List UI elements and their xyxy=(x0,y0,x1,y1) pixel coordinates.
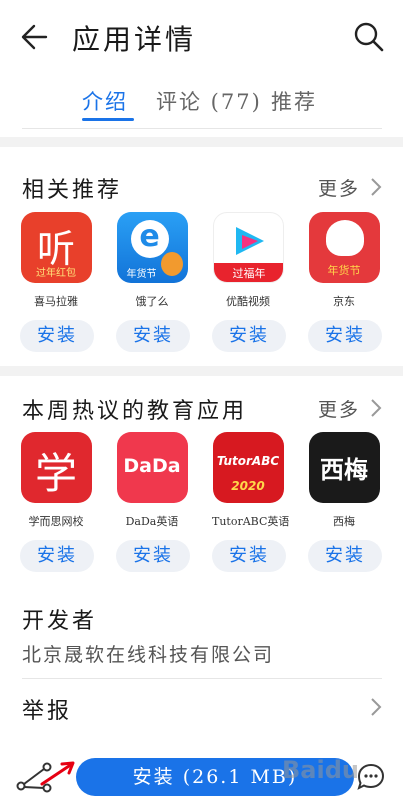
app-name: 饿了么 xyxy=(135,295,169,308)
jd-app-icon[interactable]: 年货节 xyxy=(308,212,380,283)
xueersi-app-icon[interactable]: 学 xyxy=(20,432,92,503)
hot-section-title: 本周热议的教育应用 xyxy=(22,399,248,424)
arrow-left-icon[interactable] xyxy=(18,20,52,54)
icon-glyph: 西梅 xyxy=(320,456,368,484)
comment-icon[interactable] xyxy=(356,762,386,792)
app-name: 西梅 xyxy=(333,515,355,528)
baidu-watermark: Baidu xyxy=(282,756,359,784)
app-card[interactable]: 听 过年红包 喜马拉雅 安装 xyxy=(20,212,94,352)
jd-dog-icon xyxy=(325,220,364,256)
active-tab-indicator xyxy=(82,118,134,121)
chevron-right-icon[interactable] xyxy=(368,696,384,718)
install-button[interactable]: 安装 xyxy=(212,540,286,572)
tab-bar: 介绍 评论 (77) 推荐 xyxy=(0,78,403,128)
red-arrow-annotation-icon xyxy=(40,761,75,786)
install-button[interactable]: 安装 xyxy=(212,320,286,352)
tutorabc-app-icon[interactable]: TutorABC 2020 xyxy=(212,432,284,503)
icon-badge: 过年红包 xyxy=(36,268,76,279)
youku-app-icon[interactable]: 过福年 xyxy=(212,212,284,283)
eleme-app-icon[interactable]: e 年货节 xyxy=(116,212,188,283)
app-name: 京东 xyxy=(333,295,355,308)
tab-reviews[interactable]: 评论 (77) xyxy=(156,86,262,116)
install-button[interactable]: 安装 xyxy=(116,540,190,572)
divider xyxy=(22,128,382,129)
section-gap xyxy=(0,137,403,147)
related-section-title: 相关推荐 xyxy=(22,178,123,203)
tab-recommend[interactable]: 推荐 xyxy=(271,86,317,116)
play-icon xyxy=(235,227,264,255)
related-more-link[interactable]: 更多 xyxy=(318,174,360,201)
section-gap xyxy=(0,366,403,376)
icon-glyph: 学 xyxy=(34,449,77,498)
icon-glyph: e xyxy=(130,220,169,258)
install-button[interactable]: 安装 xyxy=(308,320,382,352)
app-name: 喜马拉雅 xyxy=(34,295,78,308)
app-name: 学而思网校 xyxy=(28,515,84,528)
developer-name: 北京晟软在线科技有限公司 xyxy=(22,644,275,666)
app-card[interactable]: e 年货节 饿了么 安装 xyxy=(116,212,190,352)
developer-title: 开发者 xyxy=(22,609,98,634)
icon-badge: 过福年 xyxy=(213,263,283,282)
install-button[interactable]: 安装 xyxy=(20,540,94,572)
divider xyxy=(22,678,382,679)
install-button[interactable]: 安装 xyxy=(116,320,190,352)
header: 应用详情 xyxy=(0,0,403,78)
app-card[interactable]: TutorABC 2020 TutorABC英语 安装 xyxy=(212,432,290,572)
report-label[interactable]: 举报 xyxy=(22,693,72,725)
icon-badge: 2020 xyxy=(231,479,265,493)
app-card[interactable]: 过福年 优酷视频 安装 xyxy=(212,212,286,352)
search-icon[interactable] xyxy=(352,20,386,54)
icon-glyph: TutorABC xyxy=(216,454,280,468)
dada-app-icon[interactable]: DaDa xyxy=(116,432,188,503)
hot-more-link[interactable]: 更多 xyxy=(318,395,360,422)
install-button[interactable]: 安装 xyxy=(20,320,94,352)
app-card[interactable]: 年货节 京东 安装 xyxy=(308,212,382,352)
tab-intro[interactable]: 介绍 xyxy=(82,86,128,116)
ximalaya-app-icon[interactable]: 听 过年红包 xyxy=(20,212,92,283)
app-name: 优酷视频 xyxy=(226,295,270,308)
chevron-right-icon[interactable] xyxy=(368,397,384,419)
icon-glyph: DaDa xyxy=(123,455,181,477)
app-card[interactable]: 学 学而思网校 安装 xyxy=(20,432,94,572)
page-title: 应用详情 xyxy=(72,23,197,56)
ximei-app-icon[interactable]: 西梅 xyxy=(308,432,380,503)
app-detail-page: 应用详情 介绍 评论 (77) 推荐 相关推荐 更多 听 过年红包 喜马拉雅 安… xyxy=(0,0,403,803)
icon-badge: 年货节 xyxy=(126,269,157,280)
app-name: DaDa英语 xyxy=(125,515,179,528)
app-name: TutorABC英语 xyxy=(212,515,290,528)
chevron-right-icon[interactable] xyxy=(368,176,384,198)
app-card[interactable]: DaDa DaDa英语 安装 xyxy=(116,432,190,572)
icon-badge: 年货节 xyxy=(327,264,361,277)
install-button[interactable]: 安装 xyxy=(308,540,382,572)
app-card[interactable]: 西梅 西梅 安装 xyxy=(308,432,382,572)
